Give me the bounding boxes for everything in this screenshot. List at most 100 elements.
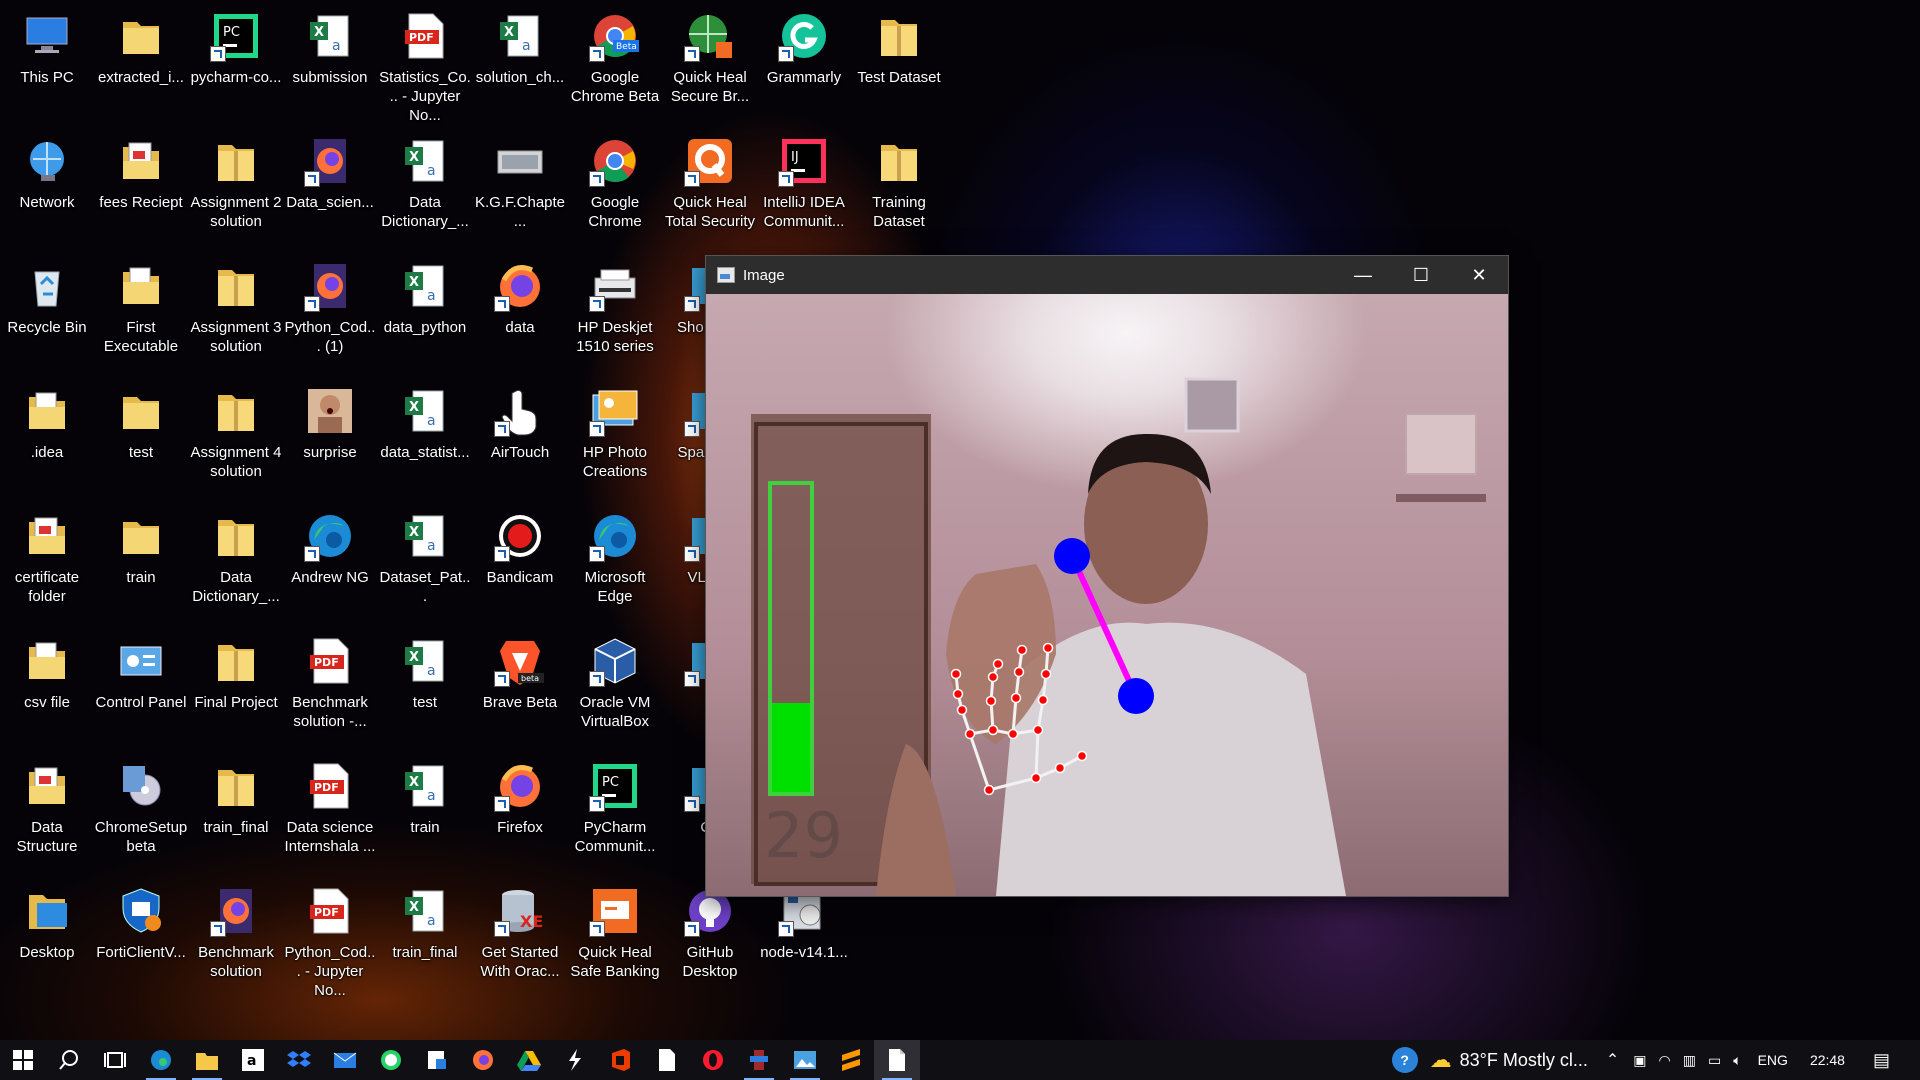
battery-icon[interactable]: ▭: [1708, 1052, 1721, 1069]
close-button[interactable]: ✕: [1450, 256, 1508, 294]
weather-text[interactable]: 83°F Mostly cl...: [1460, 1050, 1588, 1071]
desktop-icon[interactable]: Firefox: [473, 750, 567, 868]
desktop-icon[interactable]: PC pycharm-co...: [189, 0, 283, 118]
desktop-icon[interactable]: Final Project: [189, 625, 283, 743]
desktop-icon[interactable]: PDF Benchmark solution -...: [283, 625, 377, 743]
desktop-icon[interactable]: extracted_i...: [94, 0, 188, 118]
desktop-icon[interactable]: AirTouch: [473, 375, 567, 493]
desktop-icon[interactable]: Oracle VM VirtualBox: [568, 625, 662, 743]
meet-icon[interactable]: ▣: [1633, 1052, 1646, 1069]
taskbar-start-icon[interactable]: [0, 1040, 46, 1080]
taskbar-explorer-icon[interactable]: [184, 1040, 230, 1080]
desktop-icon[interactable]: train_final: [189, 750, 283, 868]
chevron-up-icon[interactable]: ⌃: [1606, 1050, 1619, 1070]
taskbar-photos-icon[interactable]: [782, 1040, 828, 1080]
security-icon[interactable]: ▥: [1683, 1052, 1696, 1069]
taskbar-firefox-icon[interactable]: [460, 1040, 506, 1080]
desktop-icon[interactable]: Beta Google Chrome Beta: [568, 0, 662, 118]
desktop-icon[interactable]: Recycle Bin: [0, 250, 94, 368]
desktop-icon[interactable]: PDF Python_Cod... - Jupyter No...: [283, 875, 377, 999]
language-indicator[interactable]: ENG: [1758, 1052, 1788, 1068]
desktop-icon[interactable]: ChromeSetup beta: [94, 750, 188, 868]
wifi-icon[interactable]: ◠: [1659, 1052, 1671, 1069]
taskbar-mail-icon[interactable]: [322, 1040, 368, 1080]
desktop-icon[interactable]: Desktop: [0, 875, 94, 993]
desktop-icon[interactable]: Xa Data Dictionary_...: [378, 125, 472, 243]
desktop-icon[interactable]: Xa Dataset_Pat...: [378, 500, 472, 618]
desktop-icon[interactable]: Xa test: [378, 625, 472, 743]
desktop-icon[interactable]: Training Dataset: [852, 125, 946, 243]
desktop-icon[interactable]: Grammarly: [757, 0, 851, 118]
taskbar-notes-icon[interactable]: [414, 1040, 460, 1080]
desktop-icon[interactable]: Data_scien...: [283, 125, 377, 243]
desktop-icon[interactable]: certificate folder: [0, 500, 94, 618]
desktop-icon[interactable]: Xa solution_ch...: [473, 0, 567, 118]
network-icon: [21, 135, 73, 187]
desktop-icon[interactable]: IJ IntelliJ IDEA Communit...: [757, 125, 851, 243]
desktop-icon[interactable]: PC PyCharm Communit...: [568, 750, 662, 868]
taskbar-search-icon[interactable]: [46, 1040, 92, 1080]
taskbar-edge-icon[interactable]: [138, 1040, 184, 1080]
taskbar-wings-icon[interactable]: [736, 1040, 782, 1080]
image-window[interactable]: Image — ☐ ✕ 29: [705, 255, 1509, 897]
taskbar-whatsapp-icon[interactable]: [368, 1040, 414, 1080]
taskbar-dropbox-icon[interactable]: [276, 1040, 322, 1080]
desktop-icon[interactable]: Bandicam: [473, 500, 567, 618]
clock[interactable]: 22:48: [1810, 1052, 1845, 1068]
desktop-icon[interactable]: Xa train_final: [378, 875, 472, 993]
desktop-icon[interactable]: Test Dataset: [852, 0, 946, 118]
desktop-icon[interactable]: fees Reciept: [94, 125, 188, 243]
desktop-icon[interactable]: Google Chrome: [568, 125, 662, 243]
taskbar-taskview-icon[interactable]: [92, 1040, 138, 1080]
desktop-icon[interactable]: Assignment 4 solution: [189, 375, 283, 493]
desktop-icon[interactable]: Xa data_statist...: [378, 375, 472, 493]
taskbar-office-icon[interactable]: [598, 1040, 644, 1080]
taskbar-sublime-icon[interactable]: [828, 1040, 874, 1080]
desktop-icon[interactable]: Xa data_python: [378, 250, 472, 368]
desktop-icon[interactable]: Network: [0, 125, 94, 243]
desktop-icon[interactable]: train: [94, 500, 188, 618]
desktop-icon[interactable]: Data Structure: [0, 750, 94, 868]
desktop-icon[interactable]: HP Deskjet 1510 series: [568, 250, 662, 368]
speaker-icon[interactable]: 🔈︎: [1733, 1052, 1741, 1069]
help-icon[interactable]: ?: [1391, 1047, 1418, 1073]
desktop-icon[interactable]: Benchmark solution: [189, 875, 283, 993]
desktop-icon[interactable]: csv file: [0, 625, 94, 743]
desktop-icon[interactable]: beta Brave Beta: [473, 625, 567, 743]
taskbar-notepad-icon[interactable]: [874, 1040, 920, 1080]
taskbar-files-icon[interactable]: [644, 1040, 690, 1080]
weather-icon[interactable]: ☁: [1430, 1047, 1452, 1073]
desktop-icon[interactable]: surprise: [283, 375, 377, 493]
taskbar-tool-icon[interactable]: [552, 1040, 598, 1080]
maximize-button[interactable]: ☐: [1392, 256, 1450, 294]
desktop-icon[interactable]: Xa train: [378, 750, 472, 868]
desktop-icon[interactable]: This PC: [0, 0, 94, 118]
minimize-button[interactable]: —: [1334, 256, 1392, 294]
desktop-icon[interactable]: test: [94, 375, 188, 493]
taskbar-opera-icon[interactable]: [690, 1040, 736, 1080]
desktop-icon[interactable]: Andrew NG: [283, 500, 377, 618]
desktop-icon[interactable]: Assignment 2 solution: [189, 125, 283, 243]
desktop-icon[interactable]: First Executable: [94, 250, 188, 368]
desktop-icon[interactable]: Microsoft Edge: [568, 500, 662, 618]
desktop-icon[interactable]: Xa submission: [283, 0, 377, 118]
desktop-icon[interactable]: XE Get Started With Orac...: [473, 875, 567, 993]
desktop-icon[interactable]: FortiClientV...: [94, 875, 188, 993]
desktop-icon[interactable]: HP Photo Creations: [568, 375, 662, 493]
desktop-icon[interactable]: Quick Heal Total Security: [663, 125, 757, 243]
desktop-icon[interactable]: data: [473, 250, 567, 368]
desktop-icon[interactable]: PDF Statistics_Co... - Jupyter No...: [378, 0, 472, 124]
desktop-icon[interactable]: PDF Data science Internshala ...: [283, 750, 377, 868]
desktop-icon[interactable]: Data Dictionary_...: [189, 500, 283, 618]
taskbar-drive-icon[interactable]: [506, 1040, 552, 1080]
notification-icon[interactable]: ▤: [1873, 1050, 1890, 1071]
desktop-icon[interactable]: Quick Heal Safe Banking: [568, 875, 662, 993]
desktop-icon[interactable]: Assignment 3 solution: [189, 250, 283, 368]
desktop-icon[interactable]: Quick Heal Secure Br...: [663, 0, 757, 118]
desktop-icon[interactable]: Python_Cod... (1): [283, 250, 377, 368]
taskbar-amazon-icon[interactable]: a: [230, 1040, 276, 1080]
desktop-icon[interactable]: Control Panel: [94, 625, 188, 743]
desktop-icon[interactable]: K.G.F.Chapte...: [473, 125, 567, 243]
window-titlebar[interactable]: Image — ☐ ✕: [706, 256, 1508, 294]
desktop-icon[interactable]: .idea: [0, 375, 94, 493]
